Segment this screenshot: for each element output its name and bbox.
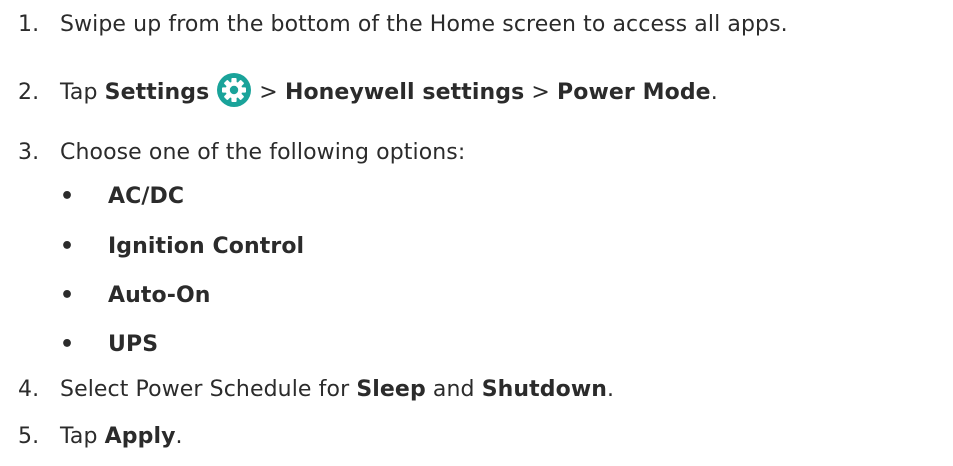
tap-word: Tap [60,80,98,105]
step-text: Swipe up from the bottom of the Home scr… [60,12,788,37]
apply-label: Apply [104,424,176,449]
gear-icon [217,73,252,107]
power-mode-label: Power Mode [557,80,711,105]
separator: > [531,80,550,105]
step-number: 1. [18,12,40,37]
instruction-list: 1. Swipe up from the bottom of the Home … [0,0,953,466]
step-number: 5. [18,424,40,449]
sleep-label: Sleep [356,377,426,402]
option-label: AC/DC [108,184,185,209]
step-text: Tap Apply. [60,424,183,449]
settings-label: Settings [104,80,210,105]
step-number: 4. [18,377,40,402]
option-label: UPS [108,332,159,357]
option-label: Auto-On [108,283,211,308]
honeywell-settings-label: Honeywell settings [284,80,525,105]
step-text: Tap Settings > Honeywell settings > Powe… [60,73,718,107]
shutdown-label: Shutdown [481,377,608,402]
bullet: • [60,184,75,209]
step-text: Select Power Schedule for Sleep and Shut… [60,377,615,402]
step-number: 3. [18,140,40,165]
bullet: • [60,283,75,308]
option-label: Ignition Control [108,234,305,259]
separator: > [259,80,278,105]
step-number: 2. [18,80,40,105]
bullet: • [60,332,75,357]
step-text: Choose one of the following options: [60,140,466,165]
bullet: • [60,234,75,259]
